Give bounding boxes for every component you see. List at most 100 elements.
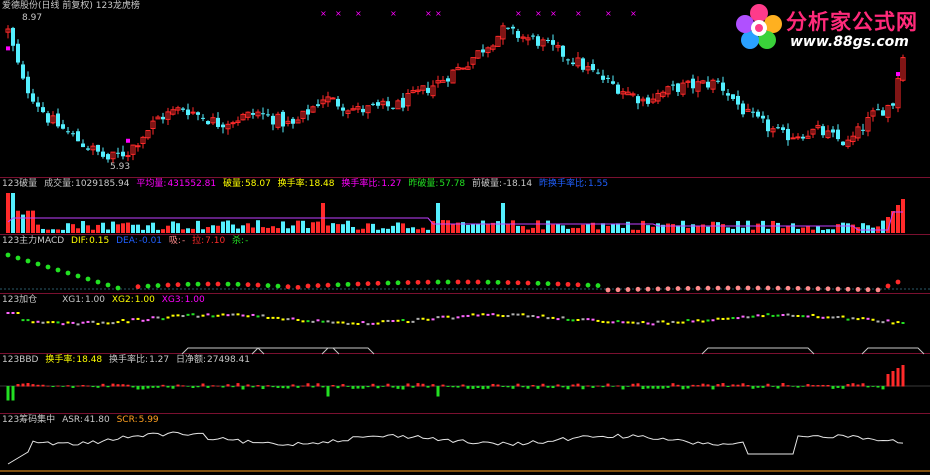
candle-body xyxy=(221,124,225,128)
bbd-bar xyxy=(586,385,590,387)
volume-bar xyxy=(406,228,410,233)
jiacang-marker xyxy=(151,316,155,319)
volume-bar xyxy=(586,223,590,233)
bbd-bar xyxy=(261,386,265,390)
jiacang-marker xyxy=(106,322,110,325)
bbd-bar xyxy=(566,386,570,390)
volume-bar xyxy=(606,225,610,233)
candle-body xyxy=(801,136,805,139)
volume-bar xyxy=(346,220,350,233)
jiacang-marker xyxy=(896,321,900,324)
macd-dot xyxy=(805,286,811,291)
macd-dot xyxy=(95,279,101,285)
macd-dot xyxy=(445,279,451,285)
bbd-bar xyxy=(616,385,620,387)
candle-body xyxy=(116,152,120,154)
volume-bar xyxy=(296,220,300,233)
bbd-bar xyxy=(51,386,55,388)
volume-bar xyxy=(806,226,810,233)
jiacang-marker xyxy=(156,316,160,319)
jiacang-marker xyxy=(516,313,520,316)
candle-body xyxy=(121,151,125,157)
jiacang-marker xyxy=(181,315,185,318)
jiacang-marker xyxy=(506,315,510,318)
macd-dot xyxy=(615,287,621,293)
bbd-bar xyxy=(841,386,845,389)
volume-bar xyxy=(726,227,730,233)
jiacang-marker xyxy=(46,321,50,324)
jiacang-marker xyxy=(471,313,475,316)
macd-dot xyxy=(335,282,341,288)
macd-dot xyxy=(265,283,271,288)
candle-body xyxy=(21,64,25,79)
bbd-bar xyxy=(476,386,480,389)
candle-body xyxy=(336,98,340,107)
volume-bar xyxy=(896,205,900,233)
bbd-bar xyxy=(116,384,120,387)
bbd-bar xyxy=(596,385,600,387)
macd-dot xyxy=(735,285,741,291)
macd-dot xyxy=(35,261,41,267)
macd-dot xyxy=(725,285,731,291)
volume-bar xyxy=(341,224,345,233)
jiacang-marker xyxy=(286,318,290,321)
jiacang-marker xyxy=(791,314,795,317)
volume-bar xyxy=(46,229,50,233)
bbd-bar xyxy=(411,386,415,388)
jiacang-marker xyxy=(581,318,585,321)
bbd-bar xyxy=(701,383,705,387)
jiacang-marker xyxy=(801,315,805,318)
volume-bar xyxy=(881,220,885,233)
candle-body xyxy=(795,136,801,139)
bbd-bar xyxy=(546,386,550,388)
price-marker xyxy=(126,138,130,143)
bbd-bar xyxy=(156,386,160,388)
bbd-bar xyxy=(326,386,330,397)
candle-body xyxy=(66,131,70,133)
bbd-bar xyxy=(56,385,60,387)
jiacang-marker xyxy=(861,317,865,320)
jiacang-marker xyxy=(376,322,380,325)
bbd-bar xyxy=(741,383,745,387)
volume-bar xyxy=(231,224,235,233)
jiacang-marker xyxy=(586,318,590,321)
bbd-bar xyxy=(526,386,530,389)
bbd-bar xyxy=(576,383,580,387)
jiacang-marker xyxy=(366,323,370,326)
volume-bar xyxy=(186,228,190,233)
bbd-bar xyxy=(281,386,285,389)
bbd-bar xyxy=(801,386,805,387)
volume-bar xyxy=(496,221,500,233)
candle-body xyxy=(271,115,275,125)
jiacang-marker xyxy=(786,313,790,316)
volume-bar xyxy=(536,220,540,233)
volume-bar xyxy=(441,220,445,233)
jiacang-marker xyxy=(556,318,560,321)
bbd-bar xyxy=(621,386,625,390)
jiacang-marker xyxy=(851,317,855,320)
bbd-bar xyxy=(786,385,790,387)
volume-bar xyxy=(811,229,815,233)
candle-body xyxy=(216,117,220,127)
volume-bar xyxy=(521,226,525,233)
macd-dot xyxy=(825,286,831,292)
jiacang-marker xyxy=(701,320,705,323)
jiacang-marker xyxy=(356,322,360,325)
candle-body xyxy=(201,117,205,119)
volume-bar xyxy=(246,223,250,233)
jiacang-marker xyxy=(431,318,435,321)
candle-body xyxy=(36,102,40,107)
macd-dot xyxy=(675,286,681,291)
jiacang-marker xyxy=(651,323,655,326)
bbd-bar xyxy=(606,383,610,387)
macd-dot xyxy=(815,286,821,292)
candle-body xyxy=(181,108,185,110)
candle-body xyxy=(731,94,735,99)
candle-body xyxy=(841,141,845,146)
macd-dot xyxy=(165,282,171,288)
macd-dot xyxy=(885,283,891,289)
bbd-bar xyxy=(581,386,585,390)
bbd-bar xyxy=(41,384,45,387)
chart-canvas: × × × × × × × × × × × × xyxy=(0,9,930,472)
volume-bar xyxy=(506,223,510,233)
